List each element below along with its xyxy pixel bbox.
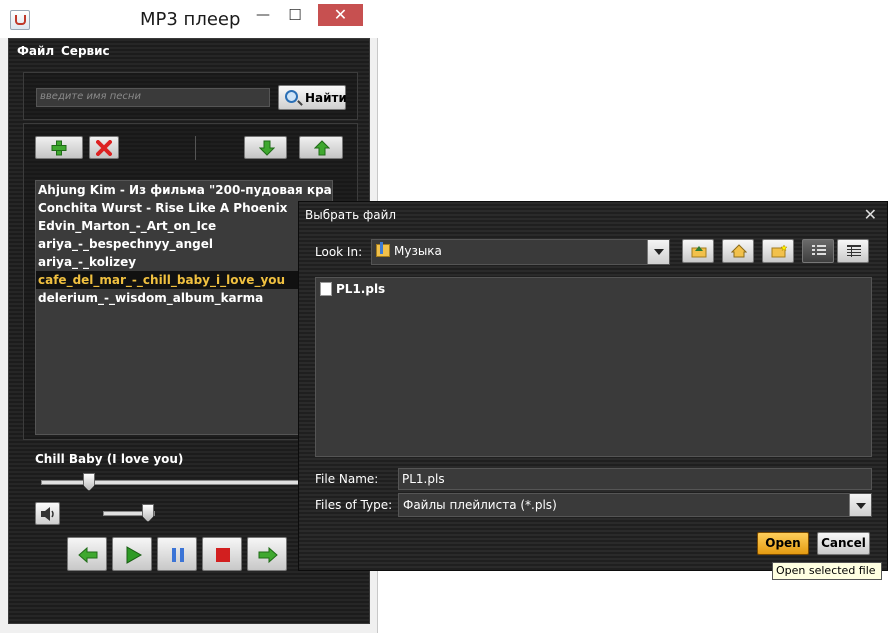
look-in-combo[interactable]: Музыка — [371, 239, 670, 265]
menu-file[interactable]: Файл — [17, 44, 54, 58]
home-button[interactable] — [722, 239, 754, 263]
move-up-icon — [314, 140, 330, 156]
list-view-button[interactable] — [802, 239, 834, 263]
mute-button[interactable] — [35, 502, 60, 525]
next-button[interactable] — [247, 537, 287, 571]
dialog-close-button[interactable]: ✕ — [864, 205, 877, 224]
new-folder-button[interactable] — [762, 239, 794, 263]
search-icon — [285, 90, 298, 103]
minimize-button[interactable]: — — [247, 4, 279, 26]
look-in-label: Look In: — [315, 245, 363, 259]
open-tooltip: Open selected file — [772, 562, 882, 580]
move-down-button[interactable] — [244, 136, 287, 159]
playlist-item[interactable]: ariya_-_kolizey — [36, 253, 332, 271]
file-name-field[interactable]: PL1.pls — [398, 468, 872, 490]
details-view-button[interactable] — [837, 239, 869, 263]
speaker-icon — [41, 507, 54, 521]
search-panel: введите имя песни Найти — [23, 72, 358, 120]
playlist-item[interactable]: Ahjung Kim - Из фильма "200-пудовая крас… — [36, 181, 332, 199]
chevron-down-icon[interactable] — [849, 494, 871, 516]
maximize-button[interactable]: ☐ — [279, 4, 311, 26]
file-icon — [320, 282, 332, 296]
file-type-combo[interactable]: Файлы плейлиста (*.pls) — [398, 493, 872, 517]
playlist-item[interactable]: delerium_-_wisdom_album_karma — [36, 289, 332, 307]
find-button[interactable]: Найти — [278, 85, 347, 110]
next-icon — [258, 546, 278, 564]
playlist-item[interactable]: Conchita Wurst - Rise Like A Phoenix — [36, 199, 332, 217]
pause-icon — [172, 548, 184, 562]
folder-icon — [376, 242, 390, 257]
now-playing-label: Chill Baby (I love you) — [35, 452, 184, 466]
delete-button[interactable] — [89, 136, 119, 159]
playlist-item[interactable]: Edvin_Marton_-_Art_on_Ice — [36, 217, 332, 235]
details-view-icon — [847, 245, 861, 257]
stop-icon — [216, 548, 230, 562]
cancel-button[interactable]: Cancel — [817, 532, 870, 555]
stop-button[interactable] — [202, 537, 242, 571]
look-in-value: Музыка — [394, 244, 442, 258]
file-type-label: Files of Type: — [315, 498, 393, 512]
toolbar-separator — [195, 136, 196, 160]
add-icon — [51, 140, 67, 156]
chevron-down-icon[interactable] — [647, 240, 669, 264]
open-button[interactable]: Open — [757, 532, 809, 555]
dialog-title: Выбрать файл — [305, 208, 397, 222]
search-input[interactable]: введите имя песни — [36, 88, 270, 107]
title-bar: MP3 плеер — ☐ ✕ — [0, 0, 378, 38]
home-icon — [731, 244, 747, 258]
volume-slider-thumb[interactable] — [142, 504, 154, 522]
file-type-value: Файлы плейлиста (*.pls) — [403, 498, 557, 512]
playlist-item-selected[interactable]: cafe_del_mar_-_chill_baby_i_love_you — [36, 271, 332, 289]
previous-button[interactable] — [67, 537, 107, 571]
move-down-icon — [259, 140, 275, 156]
file-item[interactable]: PL1.pls — [320, 282, 385, 296]
find-button-label: Найти — [305, 91, 347, 105]
add-button[interactable] — [35, 136, 83, 159]
playlist[interactable]: Ahjung Kim - Из фильма "200-пудовая крас… — [35, 180, 333, 435]
menu-bar: Файл Сервис — [9, 39, 369, 63]
playlist-item[interactable]: ariya_-_bespechnyy_angel — [36, 235, 332, 253]
window-title: MP3 плеер — [140, 9, 241, 30]
progress-slider-thumb[interactable] — [83, 473, 95, 491]
up-folder-button[interactable] — [682, 239, 714, 263]
previous-icon — [78, 546, 98, 564]
play-button[interactable] — [112, 537, 152, 571]
move-up-button[interactable] — [299, 136, 343, 159]
play-icon — [126, 546, 143, 564]
delete-icon — [96, 140, 112, 156]
menu-service[interactable]: Сервис — [61, 44, 110, 58]
close-button[interactable]: ✕ — [318, 4, 363, 26]
list-view-icon — [812, 245, 826, 255]
up-folder-icon — [691, 246, 707, 258]
file-list[interactable]: PL1.pls — [315, 277, 872, 457]
new-folder-icon — [771, 244, 787, 258]
java-app-icon — [10, 10, 30, 30]
pause-button[interactable] — [157, 537, 197, 571]
file-chooser-dialog: Выбрать файл ✕ Look In: Музыка PL1.pls F… — [298, 201, 888, 571]
file-name-label: File Name: — [315, 472, 379, 486]
